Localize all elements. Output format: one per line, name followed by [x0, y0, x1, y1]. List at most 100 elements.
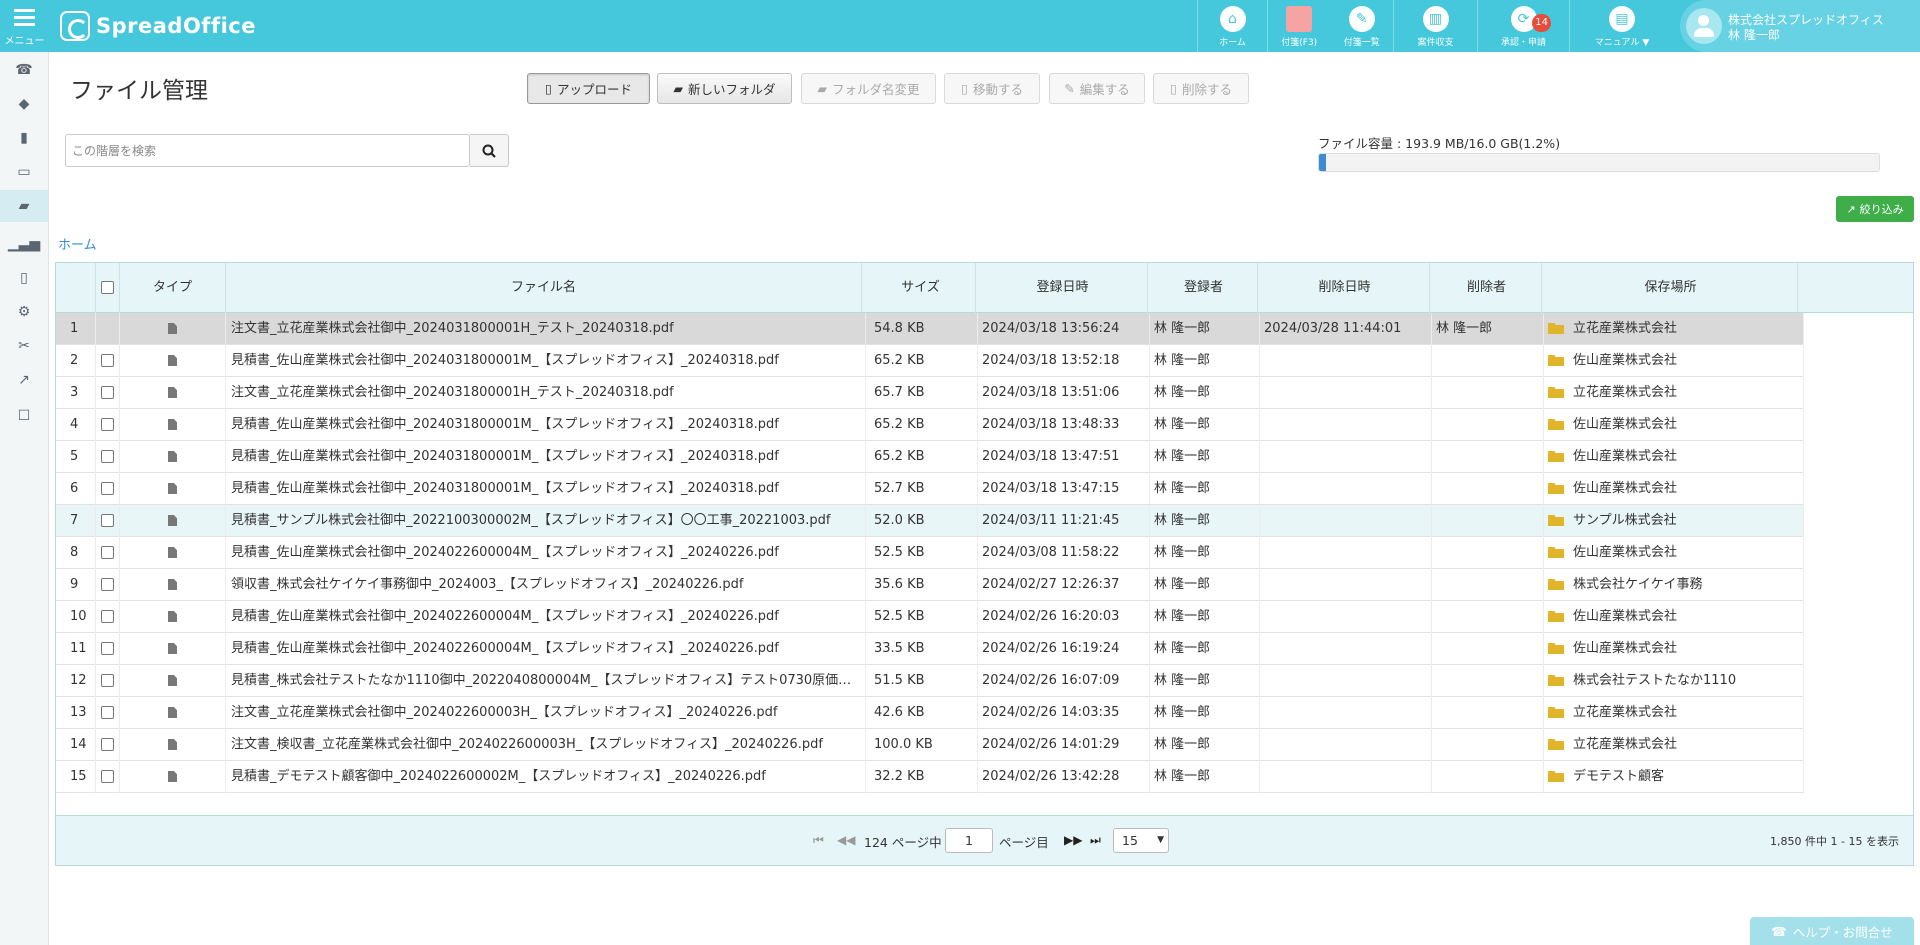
row-location[interactable]: デモテスト顧客 [1573, 769, 1664, 784]
row-location[interactable]: サンプル株式会社 [1573, 513, 1677, 528]
row-location[interactable]: 立花産業株式会社 [1573, 321, 1677, 336]
first-page-icon[interactable]: ⏮ [813, 833, 824, 848]
row-checkbox[interactable] [101, 738, 114, 751]
row-name[interactable]: 注文書_立花産業株式会社御中_2024022600003H_【スプレッドオフィス… [226, 697, 866, 729]
edit-button[interactable]: ✎ 編集する [1049, 73, 1145, 104]
table-row[interactable]: 3 注文書_立花産業株式会社御中_2024031800001H_テスト_20240… [56, 377, 1804, 409]
signal-icon[interactable]: ▁▃▅ [0, 228, 48, 260]
row-location[interactable]: 佐山産業株式会社 [1573, 417, 1677, 432]
menu-button[interactable]: メニュー [0, 0, 49, 52]
table-row[interactable]: 12 見積書_株式会社テストたなか1110御中_2022040800004M_【ス… [56, 665, 1804, 697]
table-row[interactable]: 8 見積書_佐山産業株式会社御中_2024022600004M_【スプレッドオフィ… [56, 537, 1804, 569]
nav-approval[interactable]: ⟳ 14 承認・申請 [1477, 0, 1569, 52]
row-checkbox[interactable] [101, 770, 114, 783]
external-link-icon[interactable]: ↗ [0, 364, 48, 396]
row-name[interactable]: 見積書_佐山産業株式会社御中_2024022600004M_【スプレッドオフィス… [226, 601, 866, 633]
page-number-input[interactable]: 1 [945, 828, 993, 853]
row-checkbox[interactable] [101, 354, 114, 367]
square-icon[interactable]: ☐ [0, 400, 48, 432]
select-all-checkbox[interactable] [101, 281, 114, 294]
filter-button[interactable]: ↗ 絞り込み [1836, 196, 1914, 222]
tags-icon[interactable]: ◆ [0, 88, 48, 120]
row-checkbox[interactable] [101, 514, 114, 527]
header-location[interactable]: 保存場所 [1544, 263, 1798, 313]
rename-folder-button[interactable]: ▰ フォルダ名変更 [801, 73, 936, 104]
last-page-icon[interactable]: ⏭ [1090, 833, 1101, 848]
row-name[interactable]: 注文書_立花産業株式会社御中_2024031800001H_テスト_202403… [226, 313, 866, 345]
header-registrant[interactable]: 登録者 [1150, 263, 1258, 313]
row-location[interactable]: 佐山産業株式会社 [1573, 545, 1677, 560]
row-name[interactable]: 見積書_佐山産業株式会社御中_2024031800001M_【スプレッドオフィス… [226, 441, 866, 473]
row-checkbox[interactable] [101, 450, 114, 463]
row-name[interactable]: 見積書_佐山産業株式会社御中_2024031800001M_【スプレッドオフィス… [226, 345, 866, 377]
header-file-name[interactable]: ファイル名 [226, 263, 862, 313]
nav-project-balance[interactable]: ▥ 案件収支 [1393, 0, 1477, 52]
wrench-icon[interactable]: ✂ [0, 330, 48, 362]
row-location[interactable]: 佐山産業株式会社 [1573, 481, 1677, 496]
header-deleted-at[interactable]: 削除日時 [1260, 263, 1430, 313]
per-page-select[interactable]: 15 [1113, 828, 1169, 853]
nav-manual[interactable]: ▤ マニュアル ▼ [1569, 0, 1674, 52]
delete-button[interactable]: ▯ 削除する [1153, 73, 1249, 104]
row-checkbox[interactable] [101, 706, 114, 719]
upload-button[interactable]: ▯ アップロード [527, 73, 650, 104]
user-menu[interactable]: 株式会社スプレッドオフィス 林 隆一郎 [1680, 0, 1920, 52]
file-icon[interactable]: ▯ [0, 262, 48, 294]
table-row[interactable]: 6 見積書_佐山産業株式会社御中_2024031800001M_【スプレッドオフィ… [56, 473, 1804, 505]
header-type[interactable]: タイプ [120, 263, 226, 313]
row-name[interactable]: 注文書_立花産業株式会社御中_2024031800001H_テスト_202403… [226, 377, 866, 409]
search-input[interactable] [65, 134, 470, 167]
card-icon[interactable]: ▭ [0, 156, 48, 188]
row-checkbox[interactable] [101, 578, 114, 591]
table-row[interactable]: 10 見積書_佐山産業株式会社御中_2024022600004M_【スプレッドオフ… [56, 601, 1804, 633]
search-button[interactable] [470, 134, 509, 167]
row-checkbox[interactable] [101, 642, 114, 655]
row-checkbox[interactable] [101, 482, 114, 495]
breadcrumb-home[interactable]: ホーム [58, 238, 97, 253]
bar-chart-icon[interactable]: ▮ [0, 122, 48, 154]
table-row[interactable]: 13 注文書_立花産業株式会社御中_2024022600003H_【スプレッドオフ… [56, 697, 1804, 729]
table-row[interactable]: 9 領収書_株式会社ケイケイ事務御中_2024003_【スプレッドオフィス】_20… [56, 569, 1804, 601]
phone-icon[interactable]: ☎ [0, 54, 48, 86]
table-row[interactable]: 1 注文書_立花産業株式会社御中_2024031800001H_テスト_20240… [56, 313, 1804, 345]
row-checkbox[interactable] [101, 386, 114, 399]
header-registered-at[interactable]: 登録日時 [978, 263, 1148, 313]
row-name[interactable]: 見積書_佐山産業株式会社御中_2024022600004M_【スプレッドオフィス… [226, 537, 866, 569]
row-location[interactable]: 佐山産業株式会社 [1573, 449, 1677, 464]
row-checkbox[interactable] [101, 418, 114, 431]
table-row[interactable]: 5 見積書_佐山産業株式会社御中_2024031800001M_【スプレッドオフィ… [56, 441, 1804, 473]
row-location[interactable]: 立花産業株式会社 [1573, 737, 1677, 752]
app-logo[interactable]: SpreadOffice [60, 10, 256, 42]
move-button[interactable]: ▯ 移動する [944, 73, 1040, 104]
row-name[interactable]: 見積書_佐山産業株式会社御中_2024031800001M_【スプレッドオフィス… [226, 473, 866, 505]
gear-icon[interactable]: ⚙ [0, 296, 48, 328]
table-row[interactable]: 7 見積書_サンプル株式会社御中_2022100300002M_【スプレッドオフィ… [56, 505, 1804, 537]
row-location[interactable]: 立花産業株式会社 [1573, 385, 1677, 400]
row-checkbox[interactable] [101, 610, 114, 623]
row-location[interactable]: 佐山産業株式会社 [1573, 609, 1677, 624]
help-button[interactable]: ☎ ヘルプ・お問合せ [1750, 917, 1914, 945]
table-row[interactable]: 11 見積書_佐山産業株式会社御中_2024022600004M_【スプレッドオフ… [56, 633, 1804, 665]
row-location[interactable]: 株式会社ケイケイ事務 [1573, 577, 1702, 592]
new-folder-button[interactable]: ▰ 新しいフォルダ [657, 73, 792, 104]
row-name[interactable]: 見積書_佐山産業株式会社御中_2024022600004M_【スプレッドオフィス… [226, 633, 866, 665]
row-location[interactable]: 株式会社テストたなか1110 [1573, 673, 1736, 688]
prev-page-icon[interactable]: ◀◀ [837, 833, 855, 847]
row-location[interactable]: 立花産業株式会社 [1573, 705, 1677, 720]
row-name[interactable]: 見積書_デモテスト顧客御中_2024022600002M_【スプレッドオフィス】… [226, 761, 866, 793]
next-page-icon[interactable]: ▶▶ [1064, 833, 1082, 847]
row-name[interactable]: 注文書_検収書_立花産業株式会社御中_2024022600003H_【スプレッド… [226, 729, 866, 761]
table-row[interactable]: 14 注文書_検収書_立花産業株式会社御中_2024022600003H_【スプレ… [56, 729, 1804, 761]
table-row[interactable]: 2 見積書_佐山産業株式会社御中_2024031800001M_【スプレッドオフィ… [56, 345, 1804, 377]
folder-open-icon[interactable]: ▰ [0, 190, 48, 222]
row-name[interactable]: 領収書_株式会社ケイケイ事務御中_2024003_【スプレッドオフィス】_202… [226, 569, 866, 601]
header-deleted-by[interactable]: 削除者 [1432, 263, 1542, 313]
row-checkbox[interactable] [101, 546, 114, 559]
table-row[interactable]: 4 見積書_佐山産業株式会社御中_2024031800001M_【スプレッドオフィ… [56, 409, 1804, 441]
row-location[interactable]: 佐山産業株式会社 [1573, 353, 1677, 368]
row-name[interactable]: 見積書_佐山産業株式会社御中_2024031800001M_【スプレッドオフィス… [226, 409, 866, 441]
row-checkbox[interactable] [101, 674, 114, 687]
nav-home[interactable]: ⌂ ホーム [1197, 0, 1267, 52]
nav-sticky-list[interactable]: ✎ 付箋一覧 [1344, 0, 1380, 52]
header-size[interactable]: サイズ [866, 263, 976, 313]
